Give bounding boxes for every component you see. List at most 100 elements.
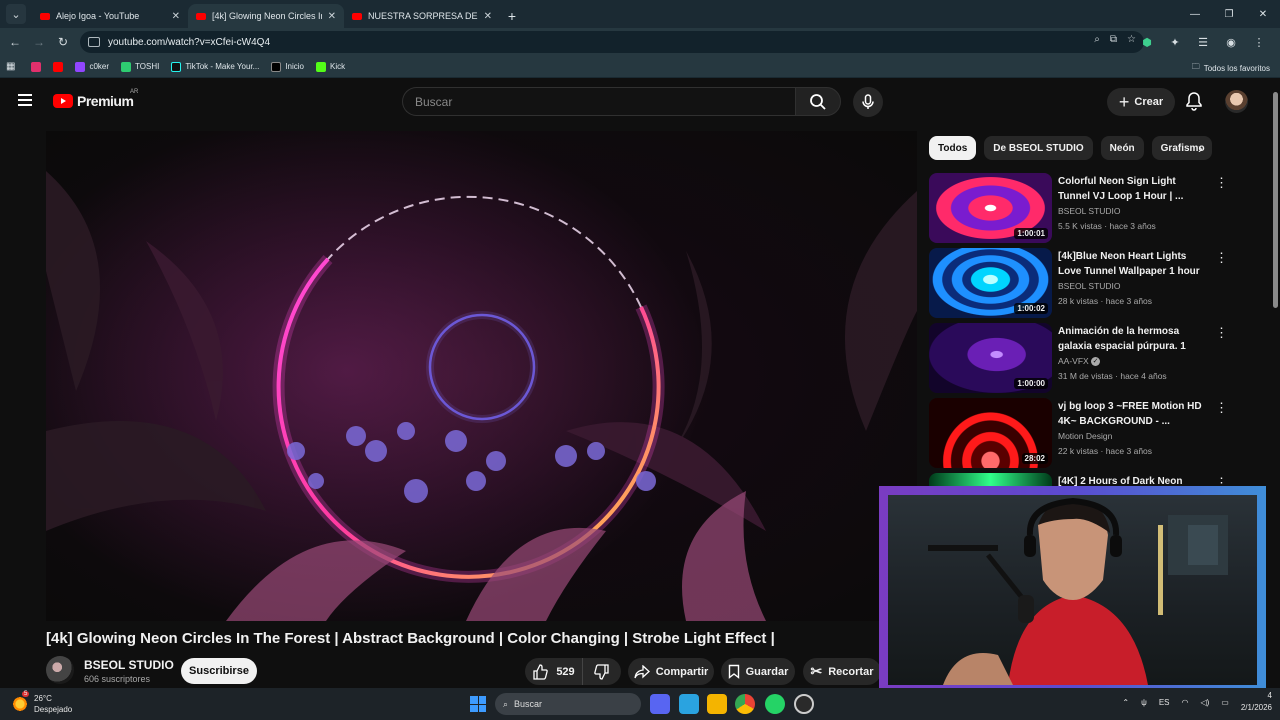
windows-start-icon[interactable]	[470, 696, 486, 712]
close-window-icon[interactable]: ✕	[1246, 0, 1280, 28]
channel-name[interactable]: BSEOL STUDIO	[84, 658, 174, 672]
whatsapp-icon[interactable]	[765, 694, 785, 714]
volume-icon[interactable]: ◁)	[1200, 698, 1209, 707]
bookmark-instagram[interactable]	[31, 61, 42, 72]
more-actions-icon[interactable]: ⋮	[1215, 176, 1228, 189]
chevron-up-icon[interactable]: ⌃	[1122, 698, 1129, 707]
voice-search-button[interactable]	[853, 87, 883, 117]
webcam-overlay	[879, 486, 1266, 694]
profile-avatar-icon[interactable]: ◉	[1220, 31, 1242, 53]
recommendation-channel[interactable]: Motion Design	[1058, 431, 1112, 441]
video-thumbnail[interactable]	[929, 473, 1052, 487]
install-icon[interactable]: ⧉	[1110, 34, 1117, 45]
video-thumbnail[interactable]: 1:00:02	[929, 248, 1052, 318]
recommendation-item[interactable]: 28:02 vj bg loop 3 ~FREE Motion HD 4K~ B…	[929, 398, 1259, 468]
channel-avatar[interactable]	[46, 656, 74, 684]
close-tab-icon[interactable]: ✕	[172, 11, 180, 22]
battery-icon[interactable]: ▭	[1221, 698, 1229, 707]
subscribe-button[interactable]: Suscribirse	[181, 658, 257, 684]
search-input[interactable]: Buscar	[402, 87, 796, 116]
tab-search-button[interactable]: ⌄	[6, 4, 26, 24]
like-count: 529	[556, 665, 575, 678]
chip-todos[interactable]: Todos	[929, 136, 977, 160]
browser-tab-1[interactable]: Alejo Igoa - YouTube ✕	[32, 4, 188, 28]
chip-neon[interactable]: Neón	[1100, 136, 1144, 160]
share-button[interactable]: Compartir	[628, 658, 714, 685]
chrome-icon[interactable]	[735, 694, 755, 714]
recommendation-item[interactable]: 1:00:01 Colorful Neon Sign Light Tunnel …	[929, 173, 1259, 243]
recommendation-channel[interactable]: BSEOL STUDIO	[1058, 206, 1121, 216]
address-bar[interactable]: youtube.com/watch?v=xCfei-cW4Q4 ⌕ ⧉ ☆	[80, 31, 1144, 53]
recommendation-channel[interactable]: BSEOL STUDIO	[1058, 281, 1121, 291]
account-avatar[interactable]	[1225, 90, 1248, 113]
more-menu-icon[interactable]: ⋮	[1248, 31, 1270, 53]
temperature: 26°C	[34, 694, 52, 703]
tab-title: NUESTRA SORPRESA DE NAVID	[368, 11, 478, 21]
new-tab-button[interactable]: +	[500, 4, 524, 28]
youtube-premium-logo[interactable]: Premium AR	[53, 89, 138, 109]
shield-extension-icon[interactable]: ⬢	[1136, 31, 1158, 53]
more-actions-icon[interactable]: ⋮	[1215, 401, 1228, 414]
discord-icon[interactable]	[650, 694, 670, 714]
search-button[interactable]	[795, 87, 841, 116]
more-actions-icon[interactable]: ⋮	[1215, 326, 1228, 339]
recommendation-item[interactable]: 1:00:02 [4k]Blue Neon Heart Lights Love …	[929, 248, 1259, 318]
bookmark-toshi[interactable]: TOSHI	[121, 61, 159, 72]
network-icon[interactable]: ψ	[1141, 698, 1147, 707]
recommendation-channel[interactable]: AA-VFX ✓	[1058, 356, 1101, 367]
bookmark-x-inicio[interactable]: Inicio	[271, 61, 304, 72]
chip-de-bseol-studio[interactable]: De BSEOL STUDIO	[984, 136, 1093, 160]
bookmark-tiktok[interactable]: TikTok - Make Your...	[171, 61, 259, 72]
video-thumbnail[interactable]: 1:00:00	[929, 323, 1052, 393]
video-player[interactable]	[46, 131, 917, 621]
reading-list-icon[interactable]: ☰	[1192, 31, 1214, 53]
menu-hamburger-icon[interactable]	[18, 94, 32, 106]
file-explorer-icon[interactable]	[707, 694, 727, 714]
create-button[interactable]: + Crear	[1107, 88, 1175, 116]
obs-icon[interactable]	[794, 694, 814, 714]
wifi-icon[interactable]: ◠	[1181, 698, 1188, 707]
notifications-bell-icon[interactable]	[1185, 91, 1203, 111]
forward-arrow-icon[interactable]: →	[27, 30, 51, 54]
extensions-icon[interactable]: ✦	[1164, 31, 1186, 53]
clock[interactable]: 4 2/1/2026	[1241, 690, 1272, 714]
dislike-button[interactable]	[583, 658, 621, 685]
more-actions-icon[interactable]: ⋮	[1215, 251, 1228, 264]
like-button[interactable]: 529	[525, 658, 583, 685]
chevron-right-icon[interactable]: ›	[1198, 140, 1203, 156]
browser-tab-2[interactable]: [4k] Glowing Neon Circles In ✕	[188, 4, 344, 28]
bookmark-kick[interactable]: Kick	[315, 61, 345, 72]
site-info-icon[interactable]	[88, 37, 100, 47]
bookmark-youtube[interactable]	[53, 61, 64, 72]
taskbar-search[interactable]: ⌕ Buscar	[495, 693, 641, 715]
minimize-icon[interactable]: —	[1178, 0, 1212, 28]
language-indicator[interactable]: ES	[1159, 698, 1170, 707]
close-tab-icon[interactable]: ✕	[484, 11, 492, 22]
recommendation-title: Animación de la hermosa galaxia espacial…	[1058, 326, 1186, 352]
bookmark-star-icon[interactable]: ☆	[1127, 34, 1136, 45]
recommendation-item[interactable]: 1:00:00 Animación de la hermosa galaxia …	[929, 323, 1259, 393]
zoom-icon[interactable]: ⌕	[1094, 34, 1100, 45]
page-scrollbar[interactable]	[1271, 80, 1280, 688]
apps-grid-icon[interactable]: ▦	[6, 61, 15, 72]
share-icon	[634, 664, 650, 678]
clip-button[interactable]: ✂ Recortar	[803, 658, 881, 685]
tiktok-icon	[171, 61, 182, 72]
recommendation-item[interactable]: [4K] 2 Hours of Dark Neon ⋮	[929, 473, 1259, 487]
back-arrow-icon[interactable]: ←	[3, 30, 27, 54]
bookmark-c0ker[interactable]: c0ker	[75, 61, 109, 72]
browser-tab-3[interactable]: NUESTRA SORPRESA DE NAVID ✕	[344, 4, 500, 28]
video-thumbnail[interactable]: 1:00:01	[929, 173, 1052, 243]
restore-icon[interactable]: ❐	[1212, 0, 1246, 28]
video-thumbnail[interactable]: 28:02	[929, 398, 1052, 468]
weather-widget[interactable]: 26°C Despejado 5	[12, 691, 72, 715]
save-button[interactable]: Guardar	[721, 658, 795, 685]
video-duration: 1:00:00	[1014, 378, 1048, 389]
all-favorites-folder[interactable]: 🗀 Todos los favoritos	[1192, 61, 1270, 75]
bookmark-icon	[728, 664, 739, 679]
close-tab-icon[interactable]: ✕	[328, 11, 336, 22]
streamer-figure	[928, 497, 1228, 685]
reload-icon[interactable]: ↻	[51, 30, 75, 54]
scrollbar-thumb[interactable]	[1273, 92, 1278, 308]
telegram-icon[interactable]	[679, 694, 699, 714]
